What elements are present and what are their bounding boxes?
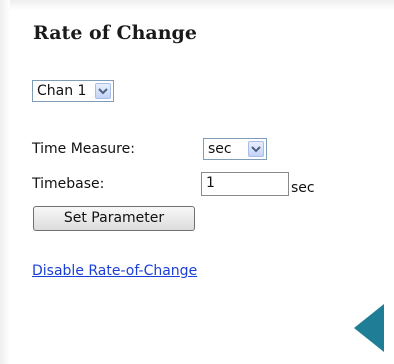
rate-of-change-panel: Rate of Change Chan 1 Time Measure: sec … [0, 0, 394, 364]
disable-rate-of-change-link[interactable]: Disable Rate-of-Change [32, 263, 197, 279]
channel-select-value: Chan 1 [37, 83, 87, 99]
timebase-input[interactable]: 1 [201, 172, 289, 196]
back-arrow-icon[interactable] [354, 304, 384, 352]
time-measure-select[interactable]: sec [203, 138, 267, 160]
left-shade [0, 0, 10, 364]
time-measure-label: Time Measure: [32, 141, 135, 157]
timebase-unit-label: sec [291, 180, 315, 196]
top-shade [0, 0, 394, 10]
chevron-down-icon[interactable] [95, 83, 111, 99]
time-measure-value: sec [208, 141, 232, 157]
channel-select[interactable]: Chan 1 [32, 80, 114, 102]
chevron-down-icon[interactable] [248, 141, 264, 157]
timebase-label: Timebase: [32, 176, 105, 192]
page-title: Rate of Change [33, 22, 197, 44]
set-parameter-button[interactable]: Set Parameter [33, 206, 195, 231]
